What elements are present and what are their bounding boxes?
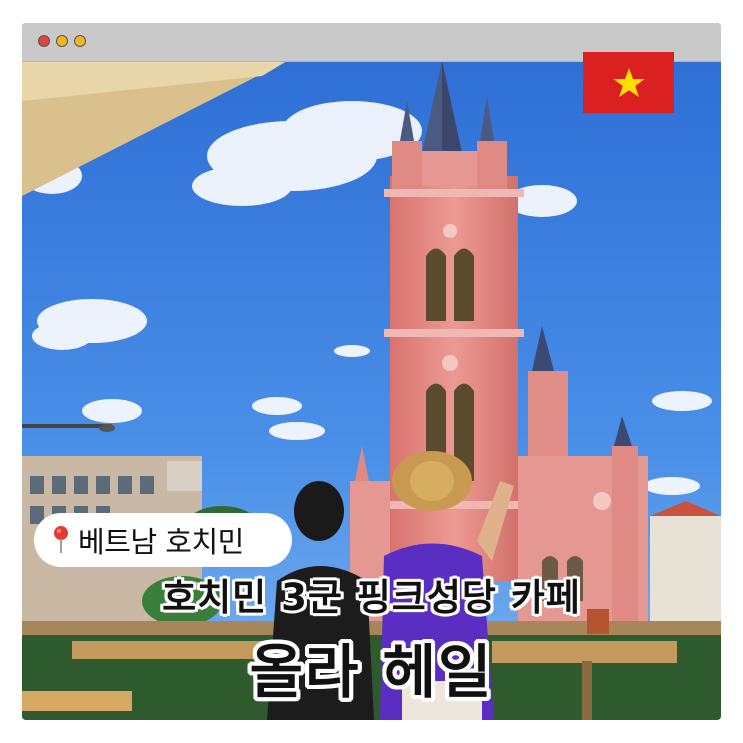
headline-subtitle: 호치민 3군 핑크성당 카페	[162, 576, 581, 619]
photo-scene	[22, 61, 721, 720]
location-label: 베트남 호치민	[78, 525, 244, 559]
map-pin-icon	[54, 526, 68, 553]
headline-title: 올라 헤일	[249, 638, 494, 706]
maximize-dot-icon[interactable]	[74, 35, 86, 47]
vietnam-flag-icon	[583, 52, 674, 113]
minimize-dot-icon[interactable]	[56, 35, 68, 47]
location-badge: 베트남 호치민	[34, 513, 292, 567]
close-dot-icon[interactable]	[38, 35, 50, 47]
